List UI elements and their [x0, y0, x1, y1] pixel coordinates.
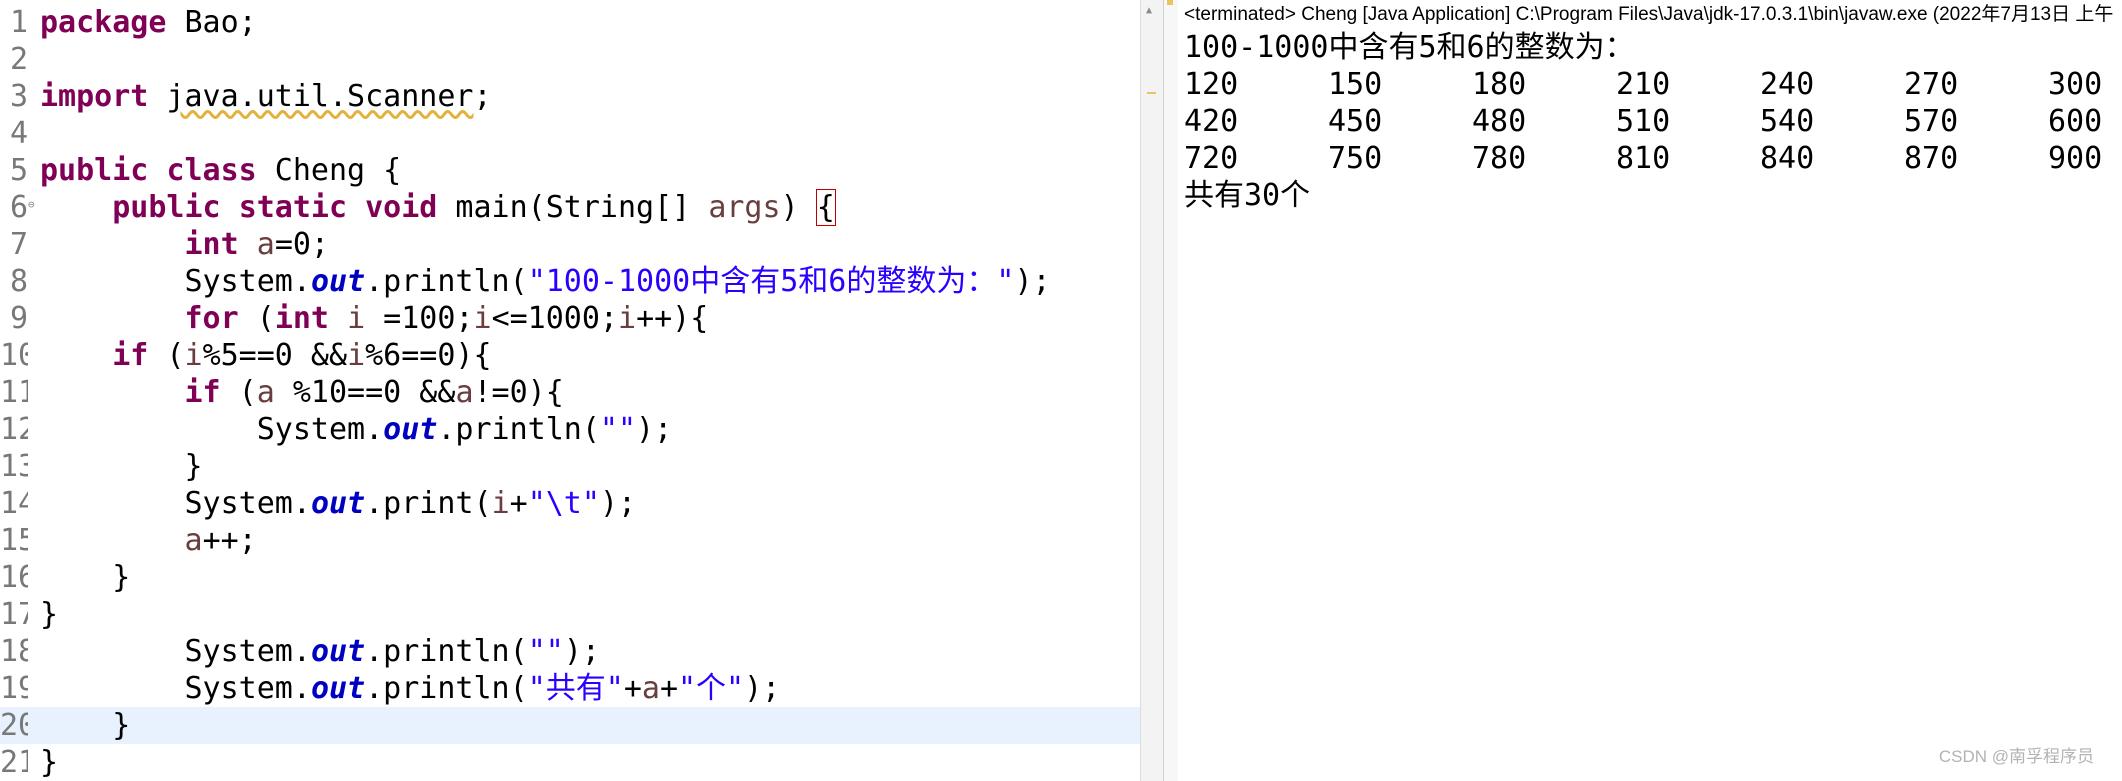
number-cell: 540 — [1760, 104, 1815, 139]
line-number: 19 — [0, 671, 28, 706]
line-code[interactable]: System.out.println("100-1000中含有5和6的整数为："… — [40, 263, 1050, 300]
line-code[interactable]: public class Cheng { — [40, 152, 401, 189]
number-cell: 450 — [1328, 104, 1383, 139]
number-cell: 150 — [1328, 67, 1383, 102]
number-cell: 120 — [1184, 67, 1239, 102]
line-code[interactable]: System.out.println("共有"+a+"个"); — [40, 670, 780, 707]
code-line[interactable]: 21 } — [0, 744, 1140, 781]
code-line[interactable]: 11 if (a %10==0 &&a!=0){ — [0, 374, 1140, 411]
line-code[interactable]: int a=0; — [40, 226, 330, 263]
editor-lines: 1 package Bao; 2 3 import java.util.Scan… — [0, 4, 1140, 781]
line-number: 18 — [0, 634, 28, 669]
code-editor[interactable]: 1 package Bao; 2 3 import java.util.Scan… — [0, 0, 1140, 781]
code-line[interactable]: 6 ⊖ public static void main(String[] arg… — [0, 189, 1140, 226]
number-cell: 270 — [1904, 67, 1959, 102]
line-code[interactable]: } — [40, 559, 130, 596]
line-number: 11 — [0, 375, 28, 410]
warning-marker[interactable] — [1147, 92, 1156, 94]
line-number: 3 — [9, 79, 28, 114]
console-title-line: 100-1000中含有5和6的整数为： — [1184, 30, 1635, 65]
console-number-row: 720 750 780 810 840 870 900 — [1184, 140, 2122, 177]
code-line[interactable]: 4 — [0, 115, 1140, 152]
console-number-row: 120 150 180 210 240 270 300 — [1184, 66, 2122, 103]
number-cell: 810 — [1616, 141, 1671, 176]
line-code[interactable]: a++; — [40, 522, 257, 559]
number-cell: 840 — [1760, 141, 1815, 176]
code-line[interactable]: 2 — [0, 41, 1140, 78]
code-line[interactable]: 13 } — [0, 448, 1140, 485]
number-cell: 780 — [1472, 141, 1527, 176]
line-number: 20 — [0, 708, 28, 743]
number-cell: 210 — [1616, 67, 1671, 102]
line-code[interactable]: } — [40, 448, 202, 485]
line-number: 14 — [0, 486, 28, 521]
watermark: CSDN @南孚程序员 — [1938, 747, 2094, 766]
line-number: 5 — [9, 153, 28, 188]
line-number: 8 — [9, 264, 28, 299]
code-line[interactable]: 10 if (i%5==0 &&i%6==0){ — [0, 337, 1140, 374]
line-number: 10 — [0, 338, 28, 373]
line-code[interactable]: for (int i =100;i<=1000;i++){ — [40, 300, 709, 337]
line-number: 9 — [9, 301, 28, 336]
line-number: 6 — [9, 190, 28, 225]
current-code-line[interactable]: 20 } — [0, 707, 1140, 744]
fold-collapse-icon[interactable]: ⊖ — [28, 199, 35, 210]
number-cell: 870 — [1904, 141, 1959, 176]
console-output[interactable]: 100-1000中含有5和6的整数为： 120 150 180 210 240 270 30… — [1184, 29, 2122, 214]
number-cell: 570 — [1904, 104, 1959, 139]
line-number: 17 — [0, 597, 28, 632]
line-code[interactable]: } — [40, 707, 130, 744]
line-code[interactable]: if (a %10==0 &&a!=0){ — [40, 374, 564, 411]
code-line[interactable]: 9 for (int i =100;i<=1000;i++){ — [0, 300, 1140, 337]
line-number: 4 — [9, 116, 28, 151]
line-number: 21 — [0, 745, 28, 780]
line-code[interactable]: import java.util.Scanner; — [40, 78, 492, 115]
number-cell: 300 — [2048, 67, 2103, 102]
code-line[interactable]: 18 System.out.println(""); — [0, 633, 1140, 670]
number-cell: 900 — [2048, 141, 2103, 176]
code-line[interactable]: 19 System.out.println("共有"+a+"个"); — [0, 670, 1140, 707]
code-line[interactable]: 1 package Bao; — [0, 4, 1140, 41]
code-line[interactable]: 12 System.out.println(""); — [0, 411, 1140, 448]
line-number: 12 — [0, 412, 28, 447]
line-number: 15 — [0, 523, 28, 558]
line-code[interactable]: } — [40, 744, 58, 781]
console-view[interactable]: <terminated> Cheng [Java Application] C:… — [1178, 0, 2122, 781]
number-cell: 420 — [1184, 104, 1239, 139]
console-process-label: <terminated> Cheng [Java Application] C:… — [1184, 4, 2114, 25]
console-total-line: 共有30个 — [1184, 178, 1311, 213]
line-number: 2 — [9, 42, 28, 77]
annotation-marker — [1167, 0, 1173, 5]
number-cell: 180 — [1472, 67, 1527, 102]
pane-splitter[interactable] — [1163, 0, 1179, 781]
code-line[interactable]: 15 a++; — [0, 522, 1140, 559]
line-number: 1 — [9, 5, 28, 40]
number-cell: 510 — [1616, 104, 1671, 139]
line-number: 16 — [0, 560, 28, 595]
console-number-row: 420 450 480 510 540 570 600 — [1184, 103, 2122, 140]
code-line[interactable]: 5 public class Cheng { — [0, 152, 1140, 189]
code-line[interactable]: 8 System.out.println("100-1000中含有5和6的整数为… — [0, 263, 1140, 300]
code-line[interactable]: 16 } — [0, 559, 1140, 596]
line-code[interactable]: System.out.println(""); — [40, 411, 672, 448]
line-code[interactable]: package Bao; — [40, 4, 257, 41]
scroll-up-icon[interactable]: ▲ — [1146, 6, 1152, 16]
line-number: 13 — [0, 449, 28, 484]
number-cell: 750 — [1328, 141, 1383, 176]
number-cell: 600 — [2048, 104, 2103, 139]
number-cell: 240 — [1760, 67, 1815, 102]
line-code[interactable]: System.out.println(""); — [40, 633, 599, 670]
code-line[interactable]: 14 System.out.print(i+"\t"); — [0, 485, 1140, 522]
number-cell: 720 — [1184, 141, 1239, 176]
line-number: 7 — [9, 227, 28, 262]
number-cell: 480 — [1472, 104, 1527, 139]
code-line[interactable]: 7 int a=0; — [0, 226, 1140, 263]
line-code[interactable]: System.out.print(i+"\t"); — [40, 485, 636, 522]
line-code[interactable]: public static void main(String[] args) { — [40, 189, 836, 226]
overview-ruler[interactable]: ▲ — [1140, 0, 1163, 781]
code-line[interactable]: 17 } — [0, 596, 1140, 633]
code-line[interactable]: 3 import java.util.Scanner; — [0, 78, 1140, 115]
line-code[interactable]: if (i%5==0 &&i%6==0){ — [40, 337, 491, 374]
line-code[interactable]: } — [40, 596, 58, 633]
